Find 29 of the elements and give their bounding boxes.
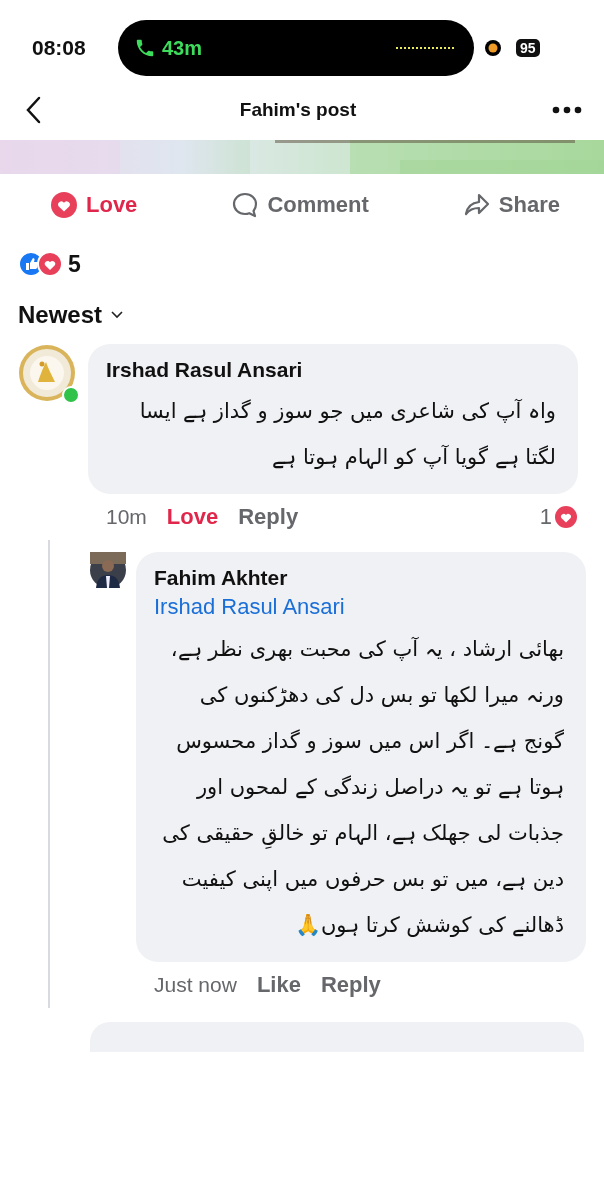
react-link[interactable]: Like xyxy=(256,972,301,998)
comment-text: واہ آپ کی شاعری میں جو سوز و گداز ہے ایسا لگتا ہے گویا آپ کو الہام ہوتا ہے xyxy=(138,398,556,471)
chevron-down-icon xyxy=(110,310,125,320)
react-link[interactable]: Love xyxy=(166,504,219,530)
reaction-icons[interactable] xyxy=(18,251,64,277)
comment-button[interactable]: Comment xyxy=(227,187,373,223)
comment-time: 10m xyxy=(106,505,147,529)
call-pill[interactable]: 43m xyxy=(118,20,474,76)
comment-text: بھائی ارشاد ، یہ آپ کی محبت بھری نظر ہے، ورنہ میرا لکھا تو بس دل کی دھڑکنوں کی گونج ہے۔ اگر اس میں سوز و گداز محسوس ہوتا ہے تو یہ دراصل زندگی کے لمحوں اور جذبات لی جھلک ہے، الہام تو خالقِ حقیقی کی دین ہے، میں تو بس حرفوں میں اپنی کیفیت ڈھالنے کی کوشش کرتا ہوں🙏 xyxy=(161,636,564,939)
love-button[interactable]: Love xyxy=(46,187,142,223)
speech-bubble-icon xyxy=(231,191,260,219)
sort-dropdown[interactable]: Newest xyxy=(18,292,125,338)
author-name[interactable]: Fahim Akhter xyxy=(154,566,564,590)
author-name[interactable]: Irshad Rasul Ansari xyxy=(106,358,556,382)
clock-time: 08:08 xyxy=(32,36,87,60)
page-title: Fahim's post xyxy=(239,99,357,121)
phone-icon xyxy=(134,37,156,59)
more-icon[interactable] xyxy=(552,106,582,114)
mention-link[interactable]: Irshad Rasul Ansari xyxy=(154,594,564,620)
call-duration: 43m xyxy=(162,36,203,60)
waveform-icon xyxy=(396,46,456,50)
recording-dot-icon xyxy=(484,39,502,57)
comment-time: Just now xyxy=(154,973,237,997)
reaction-count: 1 xyxy=(539,504,552,530)
reply-link[interactable]: Reply xyxy=(320,972,381,998)
reply-link[interactable]: Reply xyxy=(238,504,299,530)
share-button[interactable]: Share xyxy=(458,187,564,223)
battery-level: 95 xyxy=(516,39,540,57)
reaction-count: 5 xyxy=(68,250,81,278)
